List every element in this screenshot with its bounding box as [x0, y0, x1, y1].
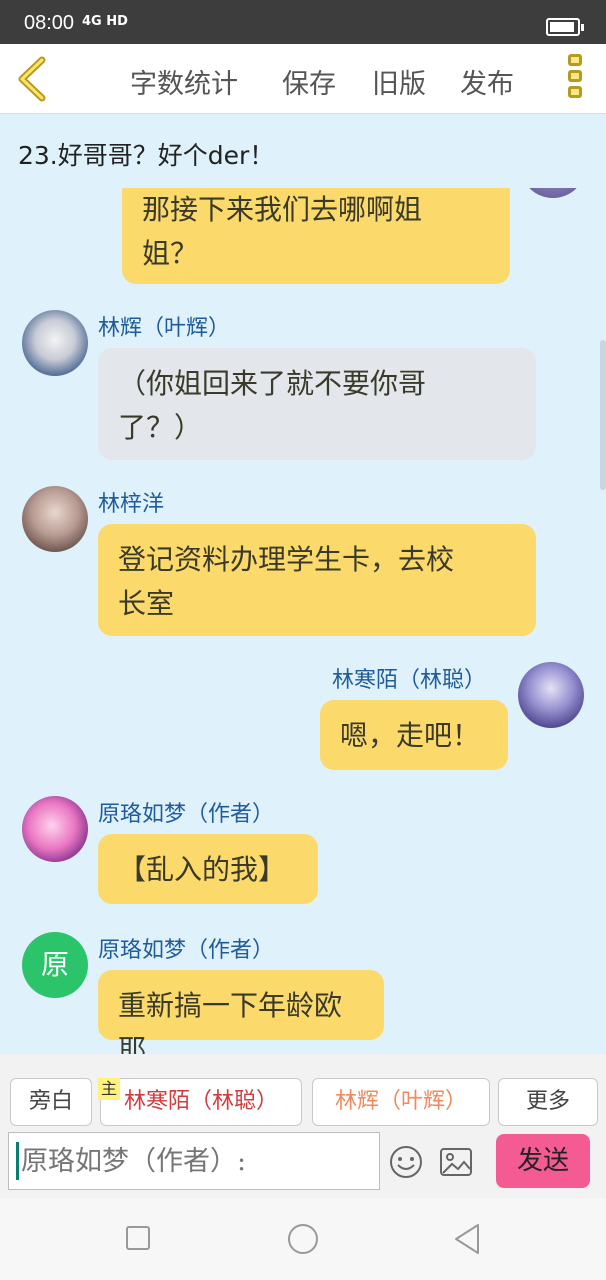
- top-toolbar: 字数统计 保存 旧版 发布: [0, 44, 606, 114]
- narration-button[interactable]: 旁白: [10, 1078, 92, 1126]
- chat-area[interactable]: 那接下来我们去哪啊姐 姐？ 林辉（叶辉） （你姐回来了就不要你哥 了？） 林梓洋…: [0, 188, 606, 1054]
- status-bar: 08:00 4G HD: [0, 0, 606, 44]
- message-line: 重新搞一下年龄欧耶: [118, 989, 343, 1054]
- message-bubble[interactable]: （你姐回来了就不要你哥 了？）: [98, 348, 536, 460]
- emoji-icon[interactable]: [388, 1144, 424, 1180]
- send-button[interactable]: 发送: [496, 1134, 590, 1188]
- chevron-left-icon: [18, 56, 46, 102]
- avatar-author-initial[interactable]: 原: [22, 932, 88, 998]
- message-line: 了？）: [118, 411, 203, 444]
- message-line: 登记资料办理学生卡，去校: [118, 543, 455, 576]
- image-icon[interactable]: [438, 1144, 474, 1180]
- message-bubble[interactable]: 那接下来我们去哪啊姐 姐？: [122, 188, 510, 284]
- message-line: 【乱入的我】: [118, 853, 287, 886]
- sender-name: 林辉（叶辉）: [98, 316, 231, 341]
- message-bubble[interactable]: 登记资料办理学生卡，去校 长室: [98, 524, 536, 636]
- save-button[interactable]: 保存: [282, 62, 336, 101]
- message-input[interactable]: [8, 1132, 380, 1190]
- message-line: 姐？: [142, 237, 199, 270]
- sender-name: 林梓洋: [98, 492, 165, 517]
- message-line: （你姐回来了就不要你哥: [118, 367, 427, 400]
- more-roles-button[interactable]: 更多: [498, 1078, 598, 1126]
- message-line: 那接下来我们去哪啊姐: [142, 193, 423, 226]
- message-bubble[interactable]: 【乱入的我】: [98, 834, 318, 904]
- back-button[interactable]: [14, 56, 54, 102]
- recents-icon[interactable]: [126, 1226, 150, 1250]
- role-button-lin-hanmo[interactable]: 林寒陌（林聪）: [100, 1078, 302, 1126]
- role-button-lin-hui[interactable]: 林辉（叶辉）: [312, 1078, 490, 1126]
- status-time: 08:00: [24, 12, 75, 34]
- text-caret: [16, 1142, 19, 1180]
- main-role-badge: 主: [98, 1078, 121, 1100]
- battery-icon: [546, 18, 584, 36]
- composer-bar: 旁白 林寒陌（林聪） 主 林辉（叶辉） 更多 发送: [0, 1054, 606, 1198]
- avatar-lin-hui[interactable]: [22, 310, 88, 376]
- sender-name: 原珞如梦（作者）: [98, 938, 275, 963]
- avatar-lin-ziyang[interactable]: [22, 486, 88, 552]
- message-line: 长室: [118, 587, 175, 620]
- avatar-partial[interactable]: [520, 188, 586, 198]
- scrollbar[interactable]: [600, 340, 606, 490]
- back-triangle-icon[interactable]: [452, 1222, 482, 1256]
- more-menu-icon[interactable]: [566, 54, 584, 104]
- avatar-lin-hanmo[interactable]: [518, 662, 584, 728]
- chapter-title: 23.好哥哥？好个der！: [18, 141, 275, 170]
- message-line: 嗯，走吧！: [340, 719, 481, 752]
- message-bubble[interactable]: 重新搞一下年龄欧耶: [98, 970, 384, 1054]
- system-nav-bar: [0, 1198, 606, 1280]
- sender-name: 原珞如梦（作者）: [98, 802, 275, 827]
- publish-button[interactable]: 发布: [460, 62, 514, 101]
- old-version-button[interactable]: 旧版: [372, 62, 426, 101]
- avatar-author[interactable]: [22, 796, 88, 862]
- home-icon[interactable]: [288, 1224, 318, 1254]
- sender-name: 林寒陌（林聪）: [332, 668, 487, 693]
- signal-icon: 4G HD: [82, 14, 128, 29]
- message-bubble[interactable]: 嗯，走吧！: [320, 700, 508, 770]
- word-count-button[interactable]: 字数统计: [130, 62, 238, 101]
